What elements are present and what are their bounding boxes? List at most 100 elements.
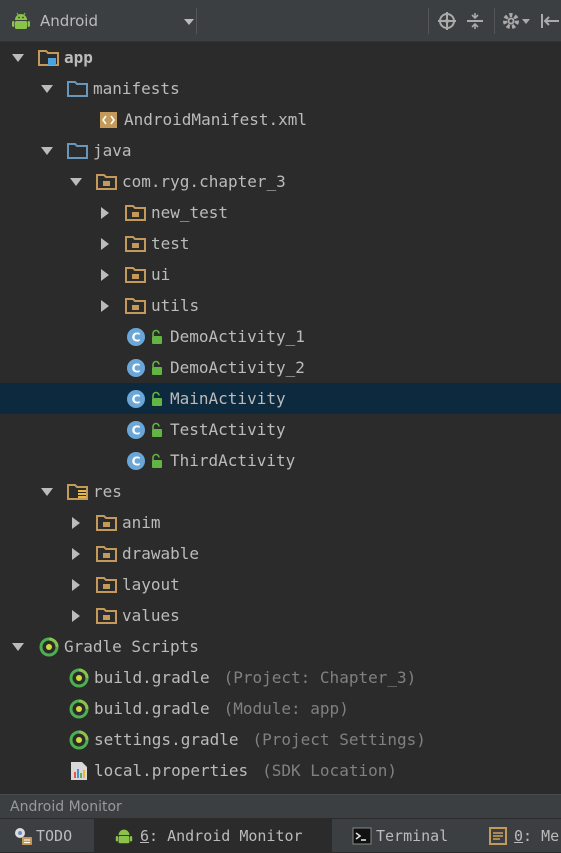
tree-item-label: DemoActivity_2: [170, 358, 305, 377]
messages-icon: [488, 826, 508, 846]
gradle-icon: [68, 698, 90, 720]
tree-item-hint: (Project Settings): [252, 730, 426, 749]
expanded-arrow-icon[interactable]: [10, 639, 26, 655]
properties-file-icon: [68, 760, 90, 782]
lock-icon: [150, 329, 164, 345]
tree-item-label: java: [93, 141, 132, 160]
collapsed-arrow-icon[interactable]: [68, 577, 84, 593]
tree-item-label: DemoActivity_1: [170, 327, 305, 346]
tree-item-label: app: [64, 48, 93, 67]
tree-item-build-gradle-project[interactable]: build.gradle (Project: Chapter_3): [0, 662, 561, 693]
project-toolbar: Android: [0, 0, 561, 42]
svg-text:C: C: [132, 330, 141, 344]
collapsed-arrow-icon[interactable]: [68, 546, 84, 562]
svg-text:C: C: [132, 423, 141, 437]
svg-text:C: C: [132, 454, 141, 468]
expanded-arrow-icon[interactable]: [10, 50, 26, 66]
tree-item-anim[interactable]: anim: [0, 507, 561, 538]
project-view-select[interactable]: Android: [10, 8, 200, 34]
android-monitor-label: 6: Android Monitor: [140, 827, 303, 845]
tree-item-layout[interactable]: layout: [0, 569, 561, 600]
gradle-icon: [68, 729, 90, 751]
tree-item-label: settings.gradle: [94, 730, 239, 749]
tree-item-label: local.properties: [94, 761, 249, 780]
messages-tab[interactable]: 0: Me: [488, 819, 559, 853]
lock-icon: [150, 360, 164, 376]
tree-item-label: build.gradle: [94, 699, 210, 718]
messages-label: 0: Me: [514, 827, 559, 845]
tree-item-build-gradle-module[interactable]: build.gradle (Module: app): [0, 693, 561, 724]
tool-window-bar: TODO 6: Android Monitor Terminal 0: Me: [0, 818, 561, 853]
expanded-arrow-icon[interactable]: [39, 143, 55, 159]
tree-item-label: ui: [151, 265, 171, 284]
tree-item-label: drawable: [122, 544, 200, 563]
tree-item-ui[interactable]: ui: [0, 259, 561, 290]
tree-item-manifests[interactable]: manifests: [0, 73, 561, 104]
expanded-arrow-icon[interactable]: [39, 81, 55, 97]
tree-item-res[interactable]: res: [0, 476, 561, 507]
tree-item-label: TestActivity: [170, 420, 286, 439]
collapsed-arrow-icon[interactable]: [97, 205, 113, 221]
gear-icon: [501, 11, 531, 31]
collapsed-arrow-icon[interactable]: [97, 236, 113, 252]
terminal-tab[interactable]: Terminal: [352, 819, 448, 853]
svg-text:C: C: [132, 392, 141, 406]
tree-item-demo-activity-1[interactable]: C DemoActivity_1: [0, 321, 561, 352]
toolbar-separator: [428, 8, 429, 34]
tree-item-java[interactable]: java: [0, 135, 561, 166]
tree-item-main-activity[interactable]: C MainActivity: [0, 383, 561, 414]
folder-icon: [67, 141, 89, 161]
tree-item-android-manifest[interactable]: AndroidManifest.xml: [0, 104, 561, 135]
tree-item-label: res: [93, 482, 122, 501]
tree-item-label: com.ryg.chapter_3: [122, 172, 286, 191]
lock-icon: [150, 453, 164, 469]
tree-item-demo-activity-2[interactable]: C DemoActivity_2: [0, 352, 561, 383]
hide-icon: [538, 11, 560, 31]
tree-item-app[interactable]: app: [0, 42, 561, 73]
terminal-icon: [352, 826, 372, 846]
messages-label-rest: : Me: [523, 827, 560, 845]
android-monitor-tab[interactable]: 6: Android Monitor: [94, 819, 332, 853]
tree-item-label: anim: [122, 513, 161, 532]
tree-item-label: layout: [122, 575, 180, 594]
settings-button[interactable]: [500, 10, 532, 32]
expanded-arrow-icon[interactable]: [68, 174, 84, 190]
hide-panel-button[interactable]: [538, 10, 560, 32]
tree-item-gradle-scripts[interactable]: Gradle Scripts: [0, 631, 561, 662]
collapsed-arrow-icon[interactable]: [68, 515, 84, 531]
android-monitor-mnemonic: 6: [140, 827, 150, 845]
tree-item-package-root[interactable]: com.ryg.chapter_3: [0, 166, 561, 197]
toolbar-separator: [494, 8, 495, 34]
expanded-arrow-icon[interactable]: [39, 484, 55, 500]
tree-item-hint: (Module: app): [223, 699, 349, 718]
tree-item-hint: (Project: Chapter_3): [223, 668, 417, 687]
tree-item-label: build.gradle: [94, 668, 210, 687]
resource-folder-icon: [67, 482, 89, 502]
scroll-from-source-button[interactable]: [436, 10, 458, 32]
tree-item-drawable[interactable]: drawable: [0, 538, 561, 569]
collapsed-arrow-icon[interactable]: [68, 608, 84, 624]
android-monitor-label-rest: : Android Monitor: [149, 827, 303, 845]
tree-item-test-activity[interactable]: C TestActivity: [0, 414, 561, 445]
tree-item-test[interactable]: test: [0, 228, 561, 259]
target-icon: [437, 11, 457, 31]
collapsed-arrow-icon[interactable]: [97, 267, 113, 283]
tree-item-label: utils: [151, 296, 200, 315]
android-monitor-title-bar: Android Monitor: [0, 794, 561, 818]
folder-icon: [67, 79, 89, 99]
java-class-icon: C: [126, 451, 148, 471]
todo-tab[interactable]: TODO: [12, 819, 72, 853]
collapsed-arrow-icon[interactable]: [97, 298, 113, 314]
package-folder-icon: [96, 544, 118, 564]
tree-item-third-activity[interactable]: C ThirdActivity: [0, 445, 561, 476]
java-class-icon: C: [126, 358, 148, 378]
tree-item-settings-gradle[interactable]: settings.gradle (Project Settings): [0, 724, 561, 755]
tree-item-utils[interactable]: utils: [0, 290, 561, 321]
collapse-all-button[interactable]: [464, 10, 486, 32]
project-tree: app manifests AndroidManifest.xml java c…: [0, 42, 561, 794]
tree-item-values[interactable]: values: [0, 600, 561, 631]
package-folder-icon: [96, 575, 118, 595]
package-folder-icon: [125, 234, 147, 254]
tree-item-new-test[interactable]: new_test: [0, 197, 561, 228]
tree-item-local-properties[interactable]: local.properties (SDK Location): [0, 755, 561, 786]
